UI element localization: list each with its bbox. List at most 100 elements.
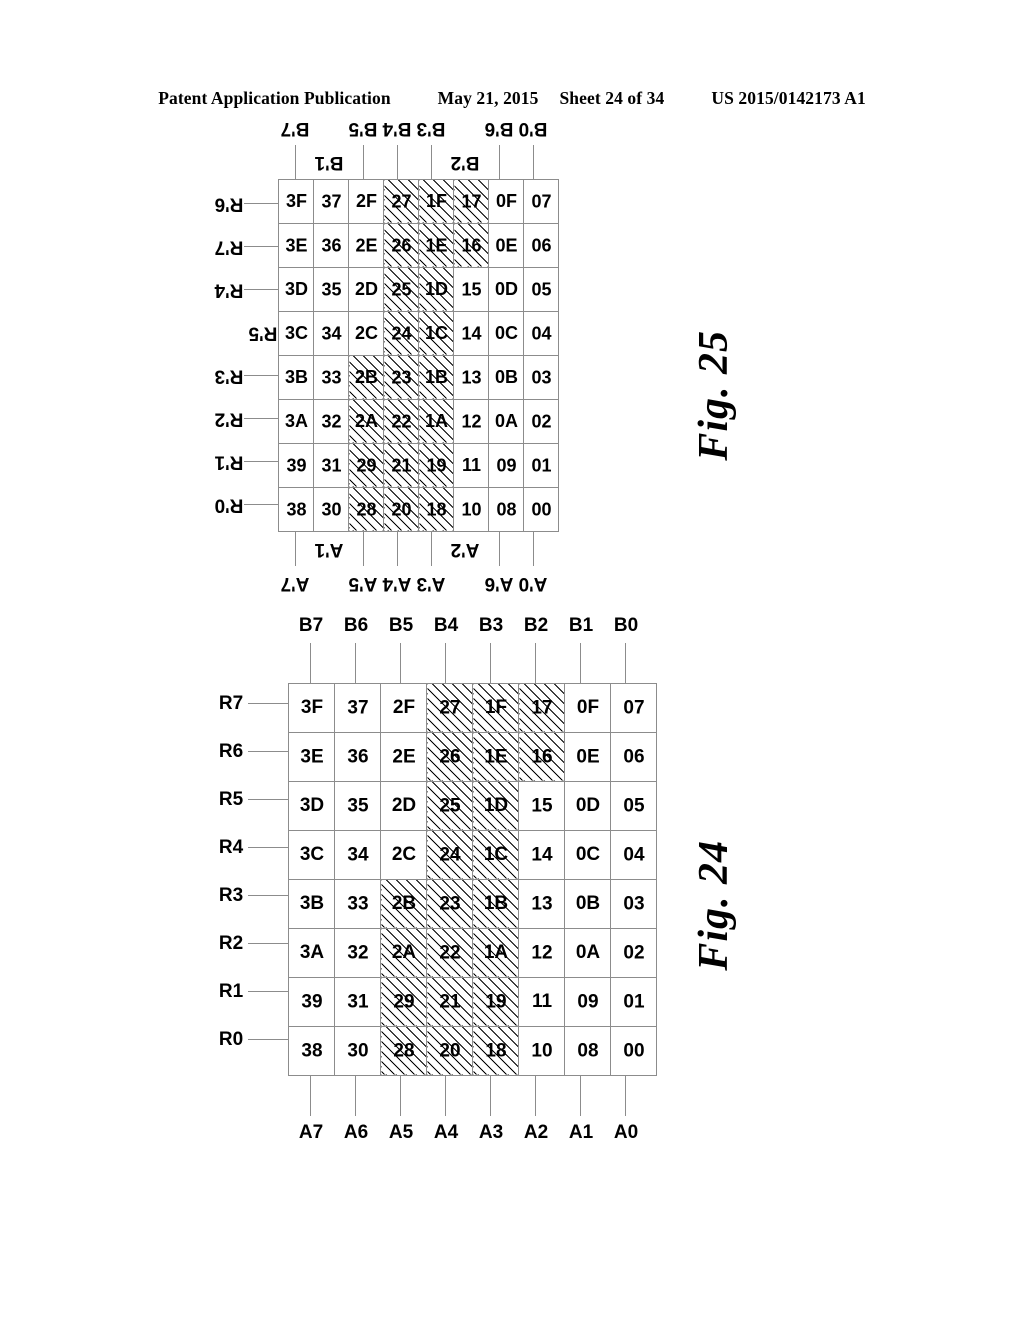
grid-cell: 32 xyxy=(334,928,381,978)
grid-cell: 21 xyxy=(426,977,473,1027)
row-label-group: A7 xyxy=(288,1076,333,1150)
grid-cell-value: 0E xyxy=(575,746,600,767)
column-label: R0 xyxy=(218,1029,244,1051)
grid-cell: 15 xyxy=(518,781,565,831)
grid-cell-value: 10 xyxy=(460,499,482,519)
grid-cell: 03 xyxy=(610,879,657,929)
row-label-group: B1 xyxy=(558,609,603,683)
column-label-group: R'3 xyxy=(196,354,278,397)
grid-cell: 0C xyxy=(564,830,611,880)
grid-cell-value: 09 xyxy=(495,455,517,475)
grid-cell: 09 xyxy=(564,977,611,1027)
grid-cell: 23 xyxy=(383,355,419,400)
grid-cell-value: 3B xyxy=(299,893,324,915)
grid-cell: 39 xyxy=(288,977,335,1027)
grid-cell-value: 3A xyxy=(299,942,324,964)
grid-row: 18 19 1A 1B 1C 1D 1E 1F xyxy=(418,179,454,532)
grid-cell-value: 0E xyxy=(494,235,518,255)
grid-cell-value: 1D xyxy=(483,795,508,817)
grid-cell-value: 3A xyxy=(284,411,308,432)
grid-cell-value: 0B xyxy=(494,367,518,388)
grid-row: 20 21 22 23 24 25 26 27 xyxy=(383,179,419,532)
column-label-group: R'1 xyxy=(196,440,278,483)
row-label-group: B6 xyxy=(333,609,378,683)
fig24-column-labels: R0 R1 R2 R3 R4 R5 R6 R7 xyxy=(196,680,288,1064)
grid-cell-value: 1F xyxy=(425,191,447,212)
fig24-caption: Fig. 24 xyxy=(691,840,737,971)
grid-cell-value: 31 xyxy=(346,991,369,1013)
column-label: R'4 xyxy=(214,279,244,301)
grid-cell-value: 33 xyxy=(346,893,369,915)
grid-cell: 24 xyxy=(383,311,419,356)
leader-line-horizontal xyxy=(396,532,398,566)
row-label-left: A'7 xyxy=(280,573,310,594)
column-label-group: R'4 xyxy=(196,268,278,311)
grid-cell-value: 29 xyxy=(355,455,377,475)
column-label: R'1 xyxy=(214,451,244,473)
grid-cell: 10 xyxy=(518,1026,565,1076)
grid-cell: 02 xyxy=(523,399,559,444)
grid-cell-value: 18 xyxy=(484,1040,507,1062)
row-label-group: A'4 xyxy=(380,532,414,600)
grid-cell: 13 xyxy=(453,355,489,400)
grid-cell: 21 xyxy=(383,443,419,488)
leader-line-horizontal xyxy=(580,643,581,683)
grid-row: 38 39 3A 3B 3C 3D 3E 3F xyxy=(278,179,314,532)
grid-cell: 26 xyxy=(383,223,419,268)
grid-cell: 26 xyxy=(426,732,473,782)
grid-cell: 0A xyxy=(488,399,524,444)
grid-cell: 0E xyxy=(564,732,611,782)
grid-cell: 3B xyxy=(288,879,335,929)
grid-cell-value: 17 xyxy=(460,191,482,211)
grid-cell: 22 xyxy=(383,399,419,444)
grid-cell-value: 35 xyxy=(346,795,369,817)
grid-cell: 25 xyxy=(383,267,419,312)
leader-line-vertical xyxy=(248,943,288,945)
row-label-left: A7 xyxy=(298,1122,323,1143)
grid-cell-value: 24 xyxy=(438,844,461,866)
row-label-right: B2 xyxy=(523,615,548,636)
grid-cell-value: 1A xyxy=(424,411,448,432)
grid-cell: 3D xyxy=(288,781,335,831)
grid-cell: 19 xyxy=(472,977,519,1027)
grid-cell: 1E xyxy=(418,223,454,268)
grid-cell-value: 25 xyxy=(390,279,412,299)
grid-cell-value: 12 xyxy=(530,942,553,964)
grid-cell-value: 11 xyxy=(531,991,552,1012)
grid-row: 00 01 02 03 04 05 06 07 xyxy=(610,683,657,1076)
row-label-group: B'2 xyxy=(448,111,482,179)
grid-cell: 0D xyxy=(564,781,611,831)
grid-cell: 3A xyxy=(288,928,335,978)
grid-cell: 02 xyxy=(610,928,657,978)
column-label: R'0 xyxy=(214,494,244,516)
grid-cell: 1A xyxy=(472,928,519,978)
leader-line-vertical xyxy=(248,895,288,897)
grid-cell-value: 0C xyxy=(575,844,600,866)
column-label-group: R'7 xyxy=(196,225,278,268)
fig25-column-labels: R'0 R'1 R'2 R'3 R'5 R'4 R'7 R'6 xyxy=(196,182,278,526)
grid-cell-value: 23 xyxy=(438,893,461,915)
grid-cell: 0B xyxy=(488,355,524,400)
grid-cell-value: 1D xyxy=(424,279,448,300)
grid-cell-value: 2B xyxy=(391,893,416,915)
column-label-group: R4 xyxy=(196,824,288,872)
grid-cell: 06 xyxy=(610,732,657,782)
row-label-right: B1 xyxy=(568,615,593,636)
leader-line-vertical xyxy=(248,991,288,993)
fig25-grid: 38 39 3A 3B 3C 3D 3E 3F 30 31 32 33 34 35 36 37 28 29 2A 2B… xyxy=(278,179,559,532)
leader-line-vertical xyxy=(244,504,278,505)
row-label-right: B6 xyxy=(343,615,368,636)
grid-cell: 31 xyxy=(313,443,349,488)
grid-cell: 23 xyxy=(426,879,473,929)
row-label-right: B'4 xyxy=(382,118,412,139)
leader-line-vertical xyxy=(244,289,278,290)
row-label-right: B'7 xyxy=(280,118,310,139)
leader-line-horizontal xyxy=(490,643,491,683)
row-label-group: A'0 xyxy=(516,532,550,600)
row-label-group: B'3 xyxy=(414,111,448,179)
grid-cell: 37 xyxy=(334,683,381,733)
row-label-group: A1 xyxy=(558,1076,603,1150)
fig25-caption: Fig. 25 xyxy=(691,330,737,461)
row-label-group: B4 xyxy=(423,609,468,683)
grid-cell: 3A xyxy=(278,399,314,444)
